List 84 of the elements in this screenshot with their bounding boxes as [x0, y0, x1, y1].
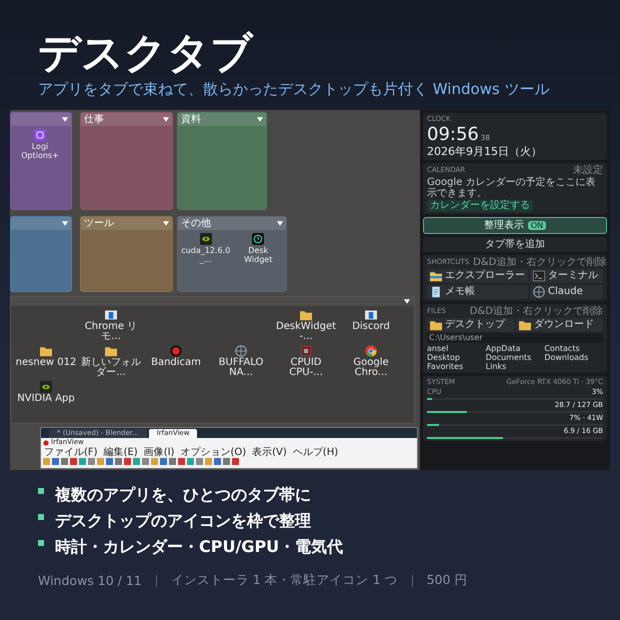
folder-tile[interactable]: デスクトップ: [427, 318, 514, 332]
fence[interactable]: 仕事: [80, 112, 173, 210]
page-title: デスクタブ: [38, 28, 255, 78]
app-icon: [34, 129, 46, 141]
chip-icon: [300, 345, 312, 357]
shortcut-tile[interactable]: メモ帳: [427, 285, 528, 299]
hint-text: D&D追加・右クリックで削除: [473, 257, 606, 268]
feature-text: デスクトップのアイコンを枠で整理: [55, 510, 311, 532]
terminal-icon: [533, 270, 545, 282]
fence[interactable]: その他 cuda_12.6.0_... Desk Widget: [177, 216, 287, 292]
organize-toggle[interactable]: 整理表示 ON: [423, 217, 607, 234]
chrome-icon: [365, 345, 377, 357]
icon-label[interactable]: 新しいフォルダー...: [80, 358, 142, 378]
file-entry[interactable]: Links: [486, 362, 544, 371]
icon-label[interactable]: Bandicam: [151, 358, 201, 368]
folder-tile[interactable]: ダウンロード: [516, 318, 603, 332]
file-entry[interactable]: AppData: [486, 344, 544, 353]
menu-item[interactable]: ヘルプ(H): [292, 447, 338, 458]
menu-item[interactable]: ファイル(F): [44, 447, 98, 458]
footer-text: 500 円: [426, 572, 468, 589]
notepad-icon: [430, 286, 442, 298]
menu-item[interactable]: 編集(E): [104, 447, 138, 458]
fence-label: 資料: [181, 114, 201, 126]
feature-text: 時計・カレンダー・CPU/GPU・電気代: [55, 536, 344, 558]
eye-logo-icon: [40, 381, 52, 393]
shortcut-tile[interactable]: エクスプローラー: [427, 269, 528, 283]
folder-icon: [105, 345, 117, 357]
path-field[interactable]: C:\Users\user: [427, 333, 603, 343]
clock-time: 09:56: [427, 125, 479, 144]
icon-label[interactable]: BUFFALO NA...: [210, 358, 272, 378]
fence-label: その他: [181, 218, 211, 230]
feature-text: 複数のアプリを、ひとつのタブ帯に: [55, 484, 311, 506]
add-tab-button[interactable]: タブ帯を追加: [423, 237, 607, 252]
icon-label[interactable]: Google Chro...: [340, 358, 402, 378]
fence-label: ツール: [84, 218, 114, 230]
footer-text: Windows 10 / 11: [38, 573, 142, 588]
fence[interactable]: Logi Options+: [10, 112, 72, 210]
clock-icon: [252, 233, 264, 245]
folder-icon: [430, 319, 442, 331]
file-entry[interactable]: Downloads: [544, 353, 603, 362]
icon-label[interactable]: Desk Widget: [234, 246, 283, 264]
icon-label[interactable]: cuda_12.6.0_...: [181, 246, 230, 264]
menu-item[interactable]: 表示(V): [252, 447, 287, 458]
fence[interactable]: ツール: [80, 216, 173, 292]
eye-logo-icon: [200, 233, 212, 245]
subtitle: アプリをタブで束ねて、散らかったデスクトップも片付く Windows ツール: [38, 80, 550, 98]
icon-label[interactable]: Discord: [352, 322, 390, 332]
bullet-icon: [38, 540, 44, 546]
calendar-status: 未設定: [573, 165, 603, 176]
clock-date: 2026年9月15日（火）: [427, 145, 543, 158]
menu-item[interactable]: オプション(O): [180, 447, 246, 458]
icon-label[interactable]: NVIDIA App: [17, 394, 75, 404]
fence[interactable]: 資料: [177, 112, 267, 210]
folder-icon: [40, 345, 52, 357]
window-icon: [365, 309, 377, 321]
icon-label[interactable]: Chrome リモ...: [80, 322, 142, 342]
footer-text: インストーラ 1 本・常駐アイコン 1 つ: [170, 572, 398, 589]
shortcut-tile[interactable]: Claude: [530, 285, 603, 299]
calendar-setup-button[interactable]: カレンダーを設定する: [427, 200, 533, 212]
file-entry[interactable]: Contacts: [544, 344, 603, 353]
file-entry[interactable]: Desktop: [427, 353, 486, 362]
icon-label[interactable]: nesnew 012: [16, 358, 76, 368]
folder-icon: [519, 319, 531, 331]
folder-icon: [430, 270, 442, 282]
fence[interactable]: Chrome リモ... DeskWidget-... Discord nesnew 012 新しいフォルダー... Bandicam BUFFALO NA... CPUID CPU-... Google Chro... NVIDIA App: [10, 296, 415, 424]
icon-label[interactable]: Logi Options+: [14, 142, 66, 160]
calendar-message: Google カレンダーの予定をここに表示できます。: [427, 177, 596, 199]
globe-icon: [533, 286, 545, 298]
file-entry[interactable]: Documents: [486, 353, 544, 362]
shortcut-tile[interactable]: ターミナル: [530, 269, 603, 283]
menu-item[interactable]: 画像(I): [144, 447, 174, 458]
fence-label: 仕事: [84, 114, 104, 126]
icon-label[interactable]: DeskWidget-...: [275, 322, 337, 342]
window-icon: [105, 309, 117, 321]
app-icon: [43, 440, 49, 446]
icon-label[interactable]: CPUID CPU-...: [275, 358, 337, 378]
record-icon: [170, 345, 182, 357]
hint-text: D&D追加・右クリックで削除: [470, 306, 603, 317]
folder-icon: [300, 309, 312, 321]
file-entry[interactable]: ansel: [427, 344, 486, 353]
globe-icon: [235, 345, 247, 357]
file-entry[interactable]: Favorites: [427, 362, 486, 371]
bullet-icon: [38, 488, 44, 494]
bullet-icon: [38, 514, 44, 520]
